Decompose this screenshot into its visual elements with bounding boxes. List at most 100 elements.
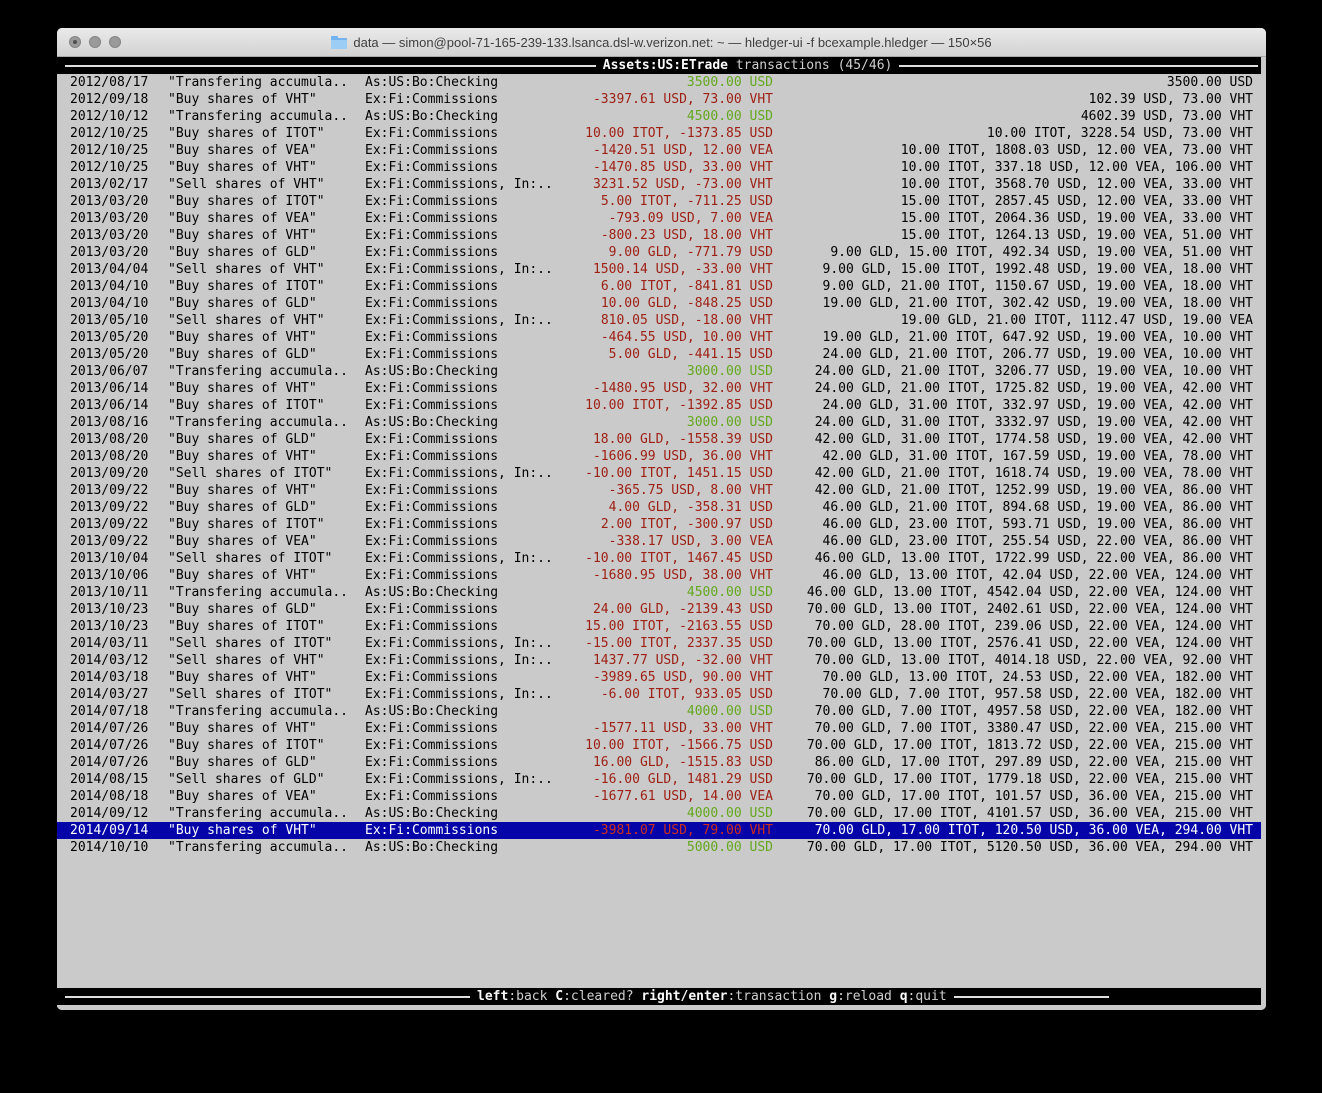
minimize-button[interactable] xyxy=(89,36,101,48)
txn-other-accounts: Ex:Fi:Commissions xyxy=(365,448,573,465)
transaction-row[interactable]: 2013/09/22 "Buy shares of VEA" Ex:Fi:Com… xyxy=(57,533,1261,550)
footer-rule-left xyxy=(65,996,470,998)
txn-running-balance: 19.00 GLD, 21.00 ITOT, 647.92 USD, 19.00… xyxy=(773,329,1253,346)
txn-amount-change: -1577.11 USD, 33.00 VHT xyxy=(573,720,773,737)
transaction-row[interactable]: 2012/09/18 "Buy shares of VHT" Ex:Fi:Com… xyxy=(57,91,1261,108)
transaction-row[interactable]: 2013/03/20 "Buy shares of VHT" Ex:Fi:Com… xyxy=(57,227,1261,244)
txn-running-balance: 70.00 GLD, 28.00 ITOT, 239.06 USD, 22.00… xyxy=(773,618,1253,635)
txn-running-balance: 70.00 GLD, 17.00 ITOT, 101.57 USD, 36.00… xyxy=(773,788,1253,805)
transaction-row[interactable]: 2013/03/20 "Buy shares of GLD" Ex:Fi:Com… xyxy=(57,244,1261,261)
transaction-row[interactable]: 2013/05/20 "Buy shares of VHT" Ex:Fi:Com… xyxy=(57,329,1261,346)
transaction-row[interactable]: 2013/10/06 "Buy shares of VHT" Ex:Fi:Com… xyxy=(57,567,1261,584)
txn-running-balance: 3500.00 USD xyxy=(773,74,1253,91)
txn-date: 2014/09/12 xyxy=(70,805,168,822)
transaction-row[interactable]: 2013/06/14 "Buy shares of ITOT" Ex:Fi:Co… xyxy=(57,397,1261,414)
transaction-row[interactable]: 2013/10/23 "Buy shares of ITOT" Ex:Fi:Co… xyxy=(57,618,1261,635)
transaction-row[interactable]: 2013/09/22 "Buy shares of GLD" Ex:Fi:Com… xyxy=(57,499,1261,516)
key-hint-desc: :quit xyxy=(908,989,947,1004)
transaction-row[interactable]: 2013/06/14 "Buy shares of VHT" Ex:Fi:Com… xyxy=(57,380,1261,397)
txn-amount-change: 1437.77 USD, -32.00 VHT xyxy=(573,652,773,669)
header-rule-right xyxy=(899,65,1258,67)
txn-amount-change: 10.00 GLD, -848.25 USD xyxy=(573,295,773,312)
txn-description: "Sell shares of ITOT" xyxy=(168,550,365,567)
txn-other-accounts: Ex:Fi:Commissions xyxy=(365,278,573,295)
txn-description: "Buy shares of VHT" xyxy=(168,380,365,397)
txn-running-balance: 19.00 GLD, 21.00 ITOT, 1112.47 USD, 19.0… xyxy=(773,312,1253,329)
txn-amount-change: -800.23 USD, 18.00 VHT xyxy=(573,227,773,244)
transaction-row[interactable]: 2012/10/25 "Buy shares of VEA" Ex:Fi:Com… xyxy=(57,142,1261,159)
txn-description: "Sell shares of ITOT" xyxy=(168,635,365,652)
txn-other-accounts: Ex:Fi:Commissions, In:.. xyxy=(365,465,573,482)
txn-running-balance: 46.00 GLD, 21.00 ITOT, 894.68 USD, 19.00… xyxy=(773,499,1253,516)
close-button[interactable] xyxy=(69,36,81,48)
transaction-row[interactable]: 2014/03/11 "Sell shares of ITOT" Ex:Fi:C… xyxy=(57,635,1261,652)
txn-other-accounts: Ex:Fi:Commissions xyxy=(365,125,573,142)
txn-date: 2014/08/15 xyxy=(70,771,168,788)
txn-amount-change: 6.00 ITOT, -841.81 USD xyxy=(573,278,773,295)
txn-other-accounts: As:US:Bo:Checking xyxy=(365,839,573,856)
transaction-row[interactable]: 2014/10/10 "Transfering accumula.. As:US… xyxy=(57,839,1261,856)
txn-description: "Sell shares of ITOT" xyxy=(168,686,365,703)
txn-other-accounts: As:US:Bo:Checking xyxy=(365,414,573,431)
txn-description: "Buy shares of VEA" xyxy=(168,533,365,550)
transaction-row[interactable]: 2014/07/18 "Transfering accumula.. As:US… xyxy=(57,703,1261,720)
key-hint-key: right/enter xyxy=(641,989,727,1004)
transaction-row[interactable]: 2013/05/10 "Sell shares of VHT" Ex:Fi:Co… xyxy=(57,312,1261,329)
transaction-row[interactable]: 2013/06/07 "Transfering accumula.. As:US… xyxy=(57,363,1261,380)
txn-amount-change: -3981.07 USD, 79.00 VHT xyxy=(573,822,773,839)
transaction-row[interactable]: 2013/09/22 "Buy shares of VHT" Ex:Fi:Com… xyxy=(57,482,1261,499)
txn-amount-change: 18.00 GLD, -1558.39 USD xyxy=(573,431,773,448)
transaction-row[interactable]: 2014/03/12 "Sell shares of VHT" Ex:Fi:Co… xyxy=(57,652,1261,669)
transaction-row[interactable]: 2013/08/20 "Buy shares of GLD" Ex:Fi:Com… xyxy=(57,431,1261,448)
txn-amount-change: 3500.00 USD xyxy=(573,74,773,91)
txn-date: 2013/09/22 xyxy=(70,499,168,516)
txn-date: 2013/03/20 xyxy=(70,244,168,261)
transaction-row[interactable]: 2013/09/20 "Sell shares of ITOT" Ex:Fi:C… xyxy=(57,465,1261,482)
transaction-row[interactable]: 2013/10/23 "Buy shares of GLD" Ex:Fi:Com… xyxy=(57,601,1261,618)
transaction-row[interactable]: 2013/04/04 "Sell shares of VHT" Ex:Fi:Co… xyxy=(57,261,1261,278)
transaction-row[interactable]: 2014/07/26 "Buy shares of GLD" Ex:Fi:Com… xyxy=(57,754,1261,771)
txn-date: 2013/09/22 xyxy=(70,516,168,533)
txn-amount-change: 1500.14 USD, -33.00 VHT xyxy=(573,261,773,278)
txn-other-accounts: Ex:Fi:Commissions xyxy=(365,346,573,363)
txn-amount-change: -365.75 USD, 8.00 VHT xyxy=(573,482,773,499)
txn-description: "Sell shares of VHT" xyxy=(168,261,365,278)
zoom-button[interactable] xyxy=(109,36,121,48)
transaction-row[interactable]: 2013/05/20 "Buy shares of GLD" Ex:Fi:Com… xyxy=(57,346,1261,363)
txn-other-accounts: Ex:Fi:Commissions, In:.. xyxy=(365,686,573,703)
txn-date: 2013/08/20 xyxy=(70,448,168,465)
transaction-row[interactable]: 2013/09/22 "Buy shares of ITOT" Ex:Fi:Co… xyxy=(57,516,1261,533)
txn-running-balance: 46.00 GLD, 23.00 ITOT, 255.54 USD, 22.00… xyxy=(773,533,1253,550)
transaction-row[interactable]: 2013/03/20 "Buy shares of ITOT" Ex:Fi:Co… xyxy=(57,193,1261,210)
transaction-row[interactable]: 2013/08/20 "Buy shares of VHT" Ex:Fi:Com… xyxy=(57,448,1261,465)
transaction-row[interactable]: 2014/03/27 "Sell shares of ITOT" Ex:Fi:C… xyxy=(57,686,1261,703)
txn-amount-change: 4000.00 USD xyxy=(573,805,773,822)
txn-amount-change: -1480.95 USD, 32.00 VHT xyxy=(573,380,773,397)
transaction-row[interactable]: 2013/04/10 "Buy shares of GLD" Ex:Fi:Com… xyxy=(57,295,1261,312)
txn-description: "Buy shares of VHT" xyxy=(168,567,365,584)
transaction-row[interactable]: 2014/03/18 "Buy shares of VHT" Ex:Fi:Com… xyxy=(57,669,1261,686)
transaction-row[interactable]: 2014/08/18 "Buy shares of VEA" Ex:Fi:Com… xyxy=(57,788,1261,805)
txn-date: 2012/08/17 xyxy=(70,74,168,91)
txn-date: 2014/03/27 xyxy=(70,686,168,703)
transaction-row[interactable]: 2013/08/16 "Transfering accumula.. As:US… xyxy=(57,414,1261,431)
transaction-row[interactable]: 2012/08/17 "Transfering accumula.. As:US… xyxy=(57,74,1261,91)
transaction-row[interactable]: 2014/08/15 "Sell shares of GLD" Ex:Fi:Co… xyxy=(57,771,1261,788)
transaction-row[interactable]: 2013/02/17 "Sell shares of VHT" Ex:Fi:Co… xyxy=(57,176,1261,193)
transaction-row[interactable]: 2013/03/20 "Buy shares of VEA" Ex:Fi:Com… xyxy=(57,210,1261,227)
transaction-row[interactable]: 2014/09/12 "Transfering accumula.. As:US… xyxy=(57,805,1261,822)
txn-amount-change: 9.00 GLD, -771.79 USD xyxy=(573,244,773,261)
transaction-row[interactable]: 2012/10/25 "Buy shares of VHT" Ex:Fi:Com… xyxy=(57,159,1261,176)
transaction-row[interactable]: 2013/10/04 "Sell shares of ITOT" Ex:Fi:C… xyxy=(57,550,1261,567)
transaction-row[interactable]: 2014/09/14 "Buy shares of VHT" Ex:Fi:Com… xyxy=(57,822,1261,839)
txn-date: 2013/06/07 xyxy=(70,363,168,380)
transaction-row[interactable]: 2012/10/25 "Buy shares of ITOT" Ex:Fi:Co… xyxy=(57,125,1261,142)
transaction-row[interactable]: 2012/10/12 "Transfering accumula.. As:US… xyxy=(57,108,1261,125)
window-titlebar: data — simon@pool-71-165-239-133.lsanca.… xyxy=(57,28,1266,57)
transaction-row[interactable]: 2014/07/26 "Buy shares of ITOT" Ex:Fi:Co… xyxy=(57,737,1261,754)
txn-date: 2014/09/14 xyxy=(70,822,168,839)
transaction-row[interactable]: 2013/10/11 "Transfering accumula.. As:US… xyxy=(57,584,1261,601)
key-hint-key: q xyxy=(900,989,908,1004)
transaction-row[interactable]: 2013/04/10 "Buy shares of ITOT" Ex:Fi:Co… xyxy=(57,278,1261,295)
transaction-row[interactable]: 2014/07/26 "Buy shares of VHT" Ex:Fi:Com… xyxy=(57,720,1261,737)
